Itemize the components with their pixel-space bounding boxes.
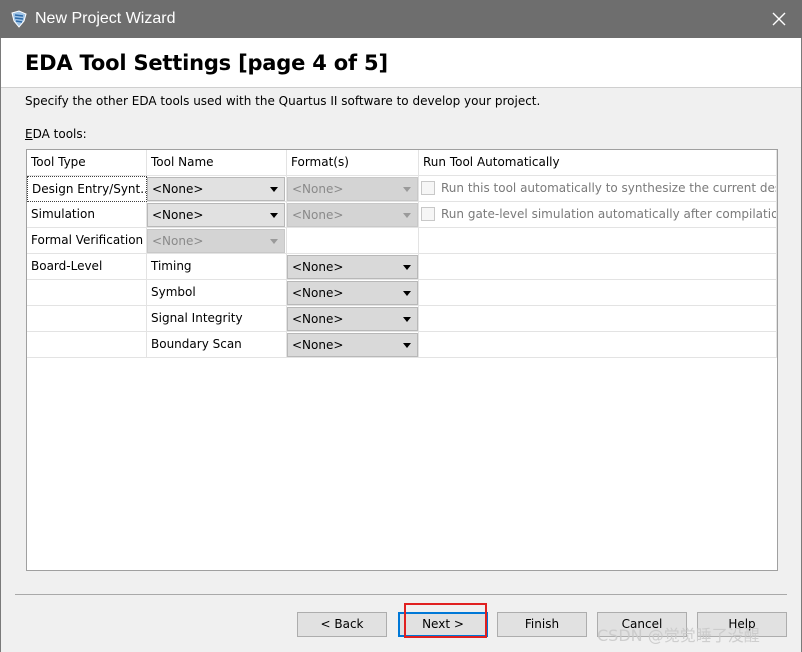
chevron-down-icon	[270, 239, 278, 244]
tool-type-cell[interactable]	[27, 280, 147, 306]
format-cell: <None>	[287, 176, 419, 202]
format-dropdown[interactable]: <None>	[287, 255, 418, 279]
tool-name-cell[interactable]: Symbol	[147, 280, 287, 306]
tool-name-cell: <None>	[147, 202, 287, 228]
next-highlight-annotation	[404, 603, 487, 638]
run-automatically-cell: Run gate-level simulation automatically …	[419, 202, 777, 228]
tool-name-cell[interactable]: Boundary Scan	[147, 332, 287, 358]
table-row[interactable]: Signal Integrity <None>	[27, 306, 777, 332]
chevron-down-icon	[403, 213, 411, 218]
back-button[interactable]: < Back	[297, 612, 387, 637]
table-row[interactable]: Formal Verification <None>	[27, 228, 777, 254]
format-cell: <None>	[287, 254, 419, 280]
tool-name-dropdown[interactable]: <None>	[147, 203, 285, 227]
run-automatically-cell	[419, 306, 777, 332]
page-description: Specify the other EDA tools used with th…	[25, 94, 541, 108]
chevron-down-icon	[403, 343, 411, 348]
column-header-tool-name[interactable]: Tool Name	[147, 150, 287, 176]
table-row[interactable]: Boundary Scan <None>	[27, 332, 777, 358]
format-dropdown[interactable]: <None>	[287, 281, 418, 305]
table-header: Tool Type Tool Name Format(s) Run Tool A…	[27, 150, 777, 176]
quartus-wizard-icon	[11, 10, 27, 28]
format-dropdown[interactable]: <None>	[287, 333, 418, 357]
help-button[interactable]: Help	[697, 612, 787, 637]
chevron-down-icon	[403, 317, 411, 322]
run-automatically-cell	[419, 332, 777, 358]
title-bar: New Project Wizard	[0, 0, 802, 38]
format-cell: <None>	[287, 202, 419, 228]
column-header-tool-type[interactable]: Tool Type	[27, 150, 147, 176]
table-row[interactable]: Simulation <None> <None> Run gate-level …	[27, 202, 777, 228]
window-title: New Project Wizard	[35, 10, 176, 27]
column-header-formats[interactable]: Format(s)	[287, 150, 419, 176]
chevron-down-icon	[403, 187, 411, 192]
format-dropdown: <None>	[287, 203, 418, 227]
close-icon	[772, 12, 786, 26]
tool-type-cell[interactable]: Simulation	[27, 202, 147, 228]
format-dropdown[interactable]: <None>	[287, 307, 418, 331]
tool-name-cell: <None>	[147, 176, 287, 202]
finish-button[interactable]: Finish	[497, 612, 587, 637]
column-header-run-automatically[interactable]: Run Tool Automatically	[419, 150, 777, 176]
run-automatically-cell	[419, 254, 777, 280]
tool-type-cell[interactable]	[27, 332, 147, 358]
run-synthesis-checkbox	[421, 181, 435, 195]
format-cell: <None>	[287, 332, 419, 358]
tool-type-cell[interactable]: Board-Level	[27, 254, 147, 280]
table-row[interactable]: Board-Level Timing <None>	[27, 254, 777, 280]
run-synthesis-label: Run this tool automatically to synthesiz…	[441, 181, 777, 195]
format-cell: <None>	[287, 280, 419, 306]
cancel-button[interactable]: Cancel	[597, 612, 687, 637]
page-header: EDA Tool Settings [page 4 of 5]	[1, 38, 801, 88]
chevron-down-icon	[270, 213, 278, 218]
run-simulation-checkbox	[421, 207, 435, 221]
tool-type-cell[interactable]: Design Entry/Synt...	[27, 176, 147, 202]
button-divider	[15, 594, 787, 595]
tool-name-cell[interactable]: Timing	[147, 254, 287, 280]
chevron-down-icon	[403, 291, 411, 296]
tool-type-cell[interactable]: Formal Verification	[27, 228, 147, 254]
chevron-down-icon	[403, 265, 411, 270]
wizard-window: EDA Tool Settings [page 4 of 5] Specify …	[0, 38, 802, 652]
tool-name-cell: <None>	[147, 228, 287, 254]
format-cell	[287, 228, 419, 254]
eda-tools-label: EDA tools:	[25, 127, 87, 141]
close-button[interactable]	[756, 0, 802, 38]
table-row[interactable]: Design Entry/Synt... <None> <None> Run t…	[27, 176, 777, 202]
tool-name-dropdown: <None>	[147, 229, 285, 253]
run-simulation-label: Run gate-level simulation automatically …	[441, 207, 777, 221]
run-automatically-cell	[419, 280, 777, 306]
page-title: EDA Tool Settings [page 4 of 5]	[25, 51, 388, 75]
run-automatically-cell	[419, 228, 777, 254]
table-row[interactable]: Symbol <None>	[27, 280, 777, 306]
tool-name-cell[interactable]: Signal Integrity	[147, 306, 287, 332]
tool-name-dropdown[interactable]: <None>	[147, 177, 285, 201]
run-automatically-cell: Run this tool automatically to synthesiz…	[419, 176, 777, 202]
eda-tools-table: Tool Type Tool Name Format(s) Run Tool A…	[26, 149, 778, 571]
chevron-down-icon	[270, 187, 278, 192]
format-cell: <None>	[287, 306, 419, 332]
format-dropdown: <None>	[287, 177, 418, 201]
tool-type-cell[interactable]	[27, 306, 147, 332]
